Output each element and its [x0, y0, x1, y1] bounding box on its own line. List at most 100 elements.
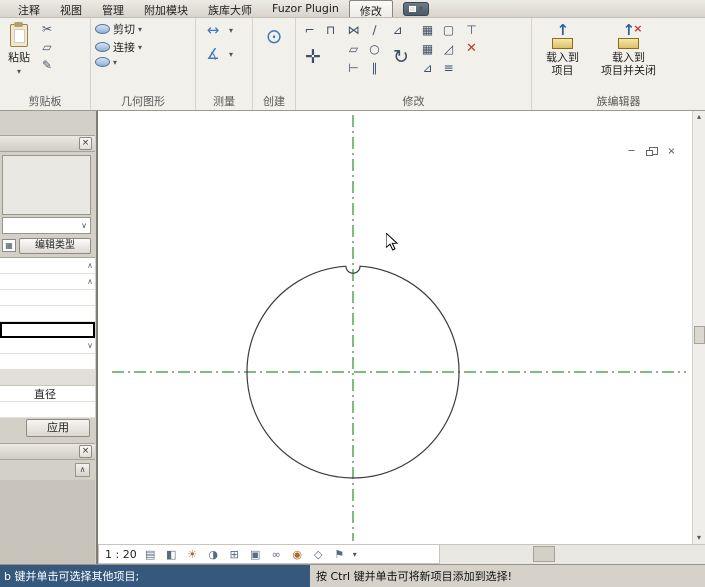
properties-grid-icon: ▦	[2, 239, 16, 252]
tab-addins[interactable]: 附加模块	[134, 0, 198, 17]
property-row[interactable]	[0, 306, 95, 322]
sun-path-icon[interactable]: ☀	[185, 548, 200, 561]
chevron-down-icon[interactable]: ▾	[113, 58, 117, 67]
vertical-scrollbar[interactable]: ▴ ▾	[692, 111, 705, 544]
workspace: × ∨ ▦ 编辑类型 ∧ ∧ ∨ 直径 应用	[0, 111, 705, 564]
trim-extend-tool-icon[interactable]: ⊿	[418, 59, 437, 76]
angular-dimension-button[interactable]: ∡ ▾	[200, 45, 233, 63]
match-tool-icon[interactable]: ≡	[439, 59, 458, 76]
drawing-canvas[interactable]: ─ × ▴ ▾ 1 : 20 ▤ ◧ ☀ ◑ ⊞ ▣ ∞	[97, 111, 705, 564]
load-into-project-and-close-button[interactable]: ↑ × 载入到 项目并关闭	[597, 21, 660, 80]
tab-fuzor-plugin[interactable]: Fuzor Plugin	[262, 0, 349, 17]
property-row-selected[interactable]	[0, 322, 95, 338]
chevron-down-icon[interactable]: ▾	[229, 50, 233, 59]
view-scale-button[interactable]: 1 : 20	[105, 548, 137, 561]
mirror-tool-icon[interactable]: ⋈	[344, 21, 363, 38]
geometry-more-button[interactable]: ▾	[95, 57, 117, 67]
panel-label-clipboard: 剪贴板	[0, 95, 90, 110]
close-icon[interactable]: ×	[79, 445, 92, 458]
property-row-diameter[interactable]: 直径	[0, 386, 95, 402]
extend-tool-icon[interactable]: ⊢	[344, 59, 363, 76]
close-icon[interactable]: ×	[79, 137, 92, 150]
view-control-bar: 1 : 20 ▤ ◧ ☀ ◑ ⊞ ▣ ∞ ◉ ◇ ⚑ ▾	[98, 544, 440, 564]
apply-button[interactable]: 应用	[26, 419, 90, 437]
draw-mirror-axis-icon[interactable]: ∕	[365, 21, 384, 38]
load-into-project-button[interactable]: ↑ 载入到 项目	[542, 21, 583, 80]
chevron-down-icon[interactable]: ▾	[138, 43, 142, 52]
scroll-up-icon[interactable]: ∧	[87, 278, 93, 285]
region-tool-icon[interactable]: ▢	[439, 21, 458, 38]
paste-label: 粘贴	[8, 49, 30, 65]
panel-label-modify: 修改	[296, 95, 531, 110]
array-radial-tool-icon[interactable]: ▦	[418, 40, 437, 57]
tab-manage[interactable]: 管理	[92, 0, 134, 17]
create-group-button[interactable]: ⊙	[262, 21, 287, 51]
close-icon[interactable]: ×	[664, 145, 679, 158]
restore-icon[interactable]	[645, 146, 658, 158]
offset-tool-icon[interactable]: ⊓	[321, 21, 340, 38]
property-row[interactable]	[0, 290, 95, 306]
view-window-controls: ─ ×	[624, 145, 679, 158]
analysis-display-icon[interactable]: ⚑	[332, 548, 347, 561]
ribbon-state-icon	[409, 6, 416, 12]
worksharing-display-icon[interactable]: ◇	[311, 548, 326, 561]
cut-to-clipboard-icon[interactable]: ✂	[38, 21, 56, 37]
vertical-scrollbar-thumb[interactable]	[694, 326, 705, 344]
tab-view[interactable]: 视图	[50, 0, 92, 17]
property-row[interactable]	[0, 402, 95, 418]
horizontal-scrollbar[interactable]	[440, 544, 705, 564]
detail-level-icon[interactable]: ▤	[143, 548, 158, 561]
scroll-up-icon[interactable]: ∧	[87, 262, 93, 269]
property-row[interactable]: ∧	[0, 274, 95, 290]
temporary-hide-isolate-icon[interactable]: ∞	[269, 548, 284, 561]
move-tool-icon[interactable]: ✛	[300, 40, 326, 74]
rotate-tool-icon[interactable]: ↻	[388, 40, 414, 74]
scroll-down-icon[interactable]: ▾	[697, 532, 701, 544]
properties-palette-titlebar[interactable]: ×	[0, 135, 95, 152]
chevron-down-icon[interactable]: ▾	[353, 550, 357, 559]
chevron-down-icon: ▾	[419, 5, 423, 13]
visual-style-icon[interactable]: ◧	[164, 548, 179, 561]
scale-tool-icon[interactable]: ◿	[439, 40, 458, 57]
panel-label-geometry: 几何图形	[91, 95, 195, 110]
property-row[interactable]	[0, 354, 95, 370]
paste-button[interactable]: 粘贴 ▾	[4, 21, 34, 79]
minimize-icon[interactable]: ─	[624, 145, 639, 158]
copy-to-clipboard-icon[interactable]: ▱	[38, 39, 56, 55]
property-row[interactable]: ∧	[0, 258, 95, 274]
shadows-icon[interactable]: ◑	[206, 548, 221, 561]
join-geometry-button[interactable]: 连接 ▾	[95, 39, 142, 55]
delete-tool-icon[interactable]: ✕	[462, 40, 481, 57]
copy-tool-icon[interactable]: ▱	[344, 40, 363, 57]
match-type-icon[interactable]: ✎	[38, 57, 56, 73]
scroll-up-button[interactable]: ∧	[75, 463, 90, 477]
align-tool-icon[interactable]: ⌐	[300, 21, 319, 38]
property-group-header[interactable]	[0, 370, 95, 386]
cut-geometry-button[interactable]: 剪切 ▾	[95, 21, 142, 37]
tab-modify[interactable]: 修改	[349, 0, 393, 17]
project-browser-titlebar[interactable]: ×	[0, 443, 95, 460]
tab-annotate[interactable]: 注释	[8, 0, 50, 17]
load-into-project-icon: ↑	[550, 24, 576, 49]
property-row[interactable]: ∨	[0, 338, 95, 354]
trim-tool-icon[interactable]: ⊿	[388, 21, 407, 38]
scroll-down-icon[interactable]: ∨	[87, 342, 93, 349]
reveal-hidden-elements-icon[interactable]: ◉	[290, 548, 305, 561]
split-tool-icon[interactable]: ∥	[365, 59, 384, 76]
pin-tool-icon[interactable]: ⊤	[462, 21, 481, 38]
show-crop-region-icon[interactable]: ▣	[248, 548, 263, 561]
edit-type-button[interactable]: 编辑类型	[19, 238, 91, 254]
chevron-down-icon[interactable]: ▾	[17, 67, 21, 76]
chevron-down-icon[interactable]: ▾	[138, 25, 142, 34]
load-into-project-label: 载入到 项目	[546, 51, 579, 77]
tab-family-library-master[interactable]: 族库大师	[198, 0, 262, 17]
chevron-down-icon[interactable]: ▾	[229, 26, 233, 35]
ribbon-display-toggle[interactable]: ▾	[403, 2, 429, 16]
crop-view-icon[interactable]: ⊞	[227, 548, 242, 561]
type-selector[interactable]: ∨	[2, 217, 91, 234]
array-tool-icon[interactable]: ▦	[418, 21, 437, 38]
scroll-up-icon[interactable]: ▴	[697, 111, 701, 123]
aligned-dimension-button[interactable]: ↔ ▾	[200, 21, 233, 39]
group-tool-icon[interactable]: ○	[365, 40, 384, 57]
horizontal-scrollbar-thumb[interactable]	[533, 546, 555, 562]
